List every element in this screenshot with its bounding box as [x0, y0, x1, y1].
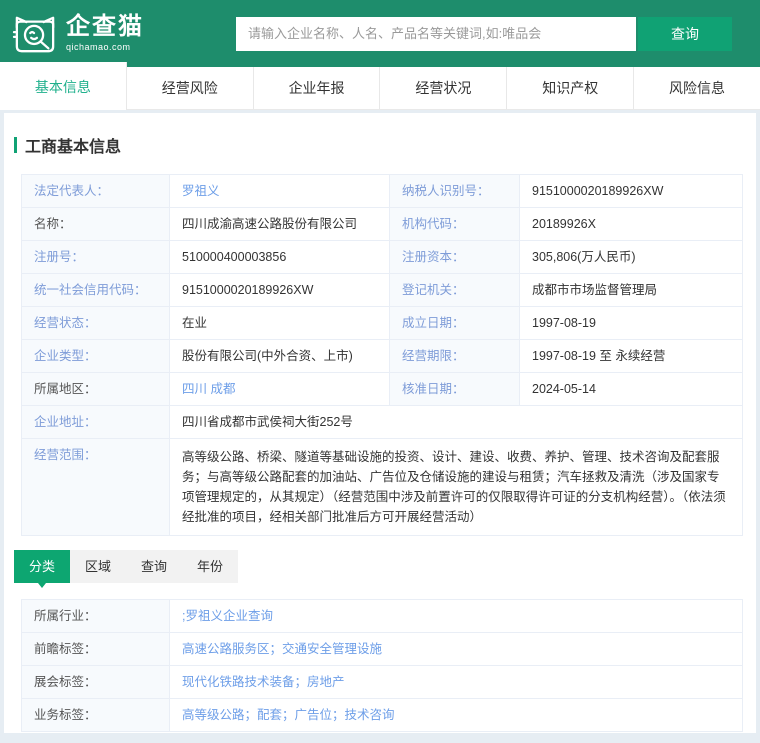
table-row: 企业地址： 四川省成都市武侯祠大街252号: [22, 406, 742, 439]
legal-representative-link[interactable]: 罗祖义: [182, 184, 220, 198]
established-date-label: 成立日期：: [390, 307, 520, 339]
established-date-value: 1997-08-19: [520, 307, 742, 339]
logo-title: 企查猫: [66, 15, 144, 39]
table-row: 经营状态： 在业 成立日期： 1997-08-19: [22, 307, 742, 340]
credit-code-value: 9151000020189926XW: [170, 274, 390, 306]
table-row: 前瞻标签： 高速公路服务区；交通安全管理设施: [22, 633, 742, 666]
company-type-value: 股份有限公司(中外合资、上市): [170, 340, 390, 372]
business-term-value: 1997-08-19 至 永续经营: [520, 340, 742, 372]
table-row: 业务标签： 高等级公路；配套；广告位；技术咨询: [22, 699, 742, 731]
business-term-label: 经营期限：: [390, 340, 520, 372]
table-row: 注册号： 510000400003856 注册资本： 305,806(万人民币): [22, 241, 742, 274]
tags-table: 所属行业： ;罗祖义企业查询 前瞻标签： 高速公路服务区；交通安全管理设施 展会…: [21, 599, 743, 732]
search-button[interactable]: 查询: [638, 17, 732, 51]
section-title: 工商基本信息: [14, 133, 739, 157]
business-info-card: 工商基本信息 法定代表人： 罗祖义 纳税人识别号： 91510000201899…: [4, 113, 756, 733]
main-nav: 基本信息 经营风险 企业年报 经营状况 知识产权 风险信息: [0, 67, 760, 110]
company-address-value: 四川省成都市武侯祠大街252号: [170, 406, 742, 438]
table-row: 经营范围： 高等级公路、桥梁、隧道等基础设施的投资、设计、建设、收费、养护、管理…: [22, 439, 742, 535]
tab-basic-info[interactable]: 基本信息: [0, 62, 127, 110]
registered-capital-value: 305,806(万人民币): [520, 241, 742, 273]
logo-domain: qichamao.com: [66, 43, 144, 52]
region-label: 所属地区：: [22, 373, 170, 405]
foresight-tags-label: 前瞻标签：: [22, 633, 170, 665]
exhibition-tags-link[interactable]: 现代化铁路技术装备；房地产: [182, 675, 345, 689]
company-type-label: 企业类型：: [22, 340, 170, 372]
tab-intellectual-property[interactable]: 知识产权: [507, 67, 634, 109]
taxpayer-id-value: 9151000020189926XW: [520, 175, 742, 207]
subtab-category[interactable]: 分类: [14, 550, 70, 583]
tab-operating-status[interactable]: 经营状况: [380, 67, 507, 109]
tab-operating-risk[interactable]: 经营风险: [127, 67, 254, 109]
search-bar: 查询: [236, 17, 732, 51]
cat-magnifier-icon: [12, 13, 58, 55]
registry-authority-value: 成都市市场监督管理局: [520, 274, 742, 306]
company-name-value: 四川成渝高速公路股份有限公司: [170, 208, 390, 240]
taxpayer-id-label: 纳税人识别号：: [390, 175, 520, 207]
header: 企查猫 qichamao.com 查询: [0, 0, 760, 67]
content-area: 工商基本信息 法定代表人： 罗祖义 纳税人识别号： 91510000201899…: [0, 110, 760, 743]
foresight-tags-link[interactable]: 高速公路服务区；交通安全管理设施: [182, 642, 382, 656]
industry-link[interactable]: ;罗祖义企业查询: [182, 609, 273, 623]
tab-risk-info[interactable]: 风险信息: [634, 67, 760, 109]
approval-date-value: 2024-05-14: [520, 373, 742, 405]
industry-label: 所属行业：: [22, 600, 170, 632]
exhibition-tags-label: 展会标签：: [22, 666, 170, 698]
qichamao-logo[interactable]: 企查猫 qichamao.com: [12, 13, 144, 55]
title-accent-bar: [14, 137, 17, 153]
table-row: 企业类型： 股份有限公司(中外合资、上市) 经营期限： 1997-08-19 至…: [22, 340, 742, 373]
business-scope-label: 经营范围：: [22, 439, 170, 535]
legal-representative-label: 法定代表人：: [22, 175, 170, 207]
table-row: 法定代表人： 罗祖义 纳税人识别号： 9151000020189926XW: [22, 175, 742, 208]
filter-tabs: 分类 区域 查询 年份: [14, 550, 739, 583]
business-status-label: 经营状态：: [22, 307, 170, 339]
subtab-query[interactable]: 查询: [126, 550, 182, 583]
business-status-value: 在业: [170, 307, 390, 339]
business-tags-link[interactable]: 高等级公路；配套；广告位；技术咨询: [182, 708, 395, 722]
business-scope-value: 高等级公路、桥梁、隧道等基础设施的投资、设计、建设、收费、养护、管理、技术咨询及…: [170, 439, 742, 535]
search-input[interactable]: [236, 17, 636, 51]
subtab-category-label: 分类: [29, 559, 55, 574]
logo-text: 企查猫 qichamao.com: [66, 15, 144, 52]
reg-number-value: 510000400003856: [170, 241, 390, 273]
approval-date-label: 核准日期：: [390, 373, 520, 405]
credit-code-label: 统一社会信用代码：: [22, 274, 170, 306]
table-row: 展会标签： 现代化铁路技术装备；房地产: [22, 666, 742, 699]
tab-annual-report[interactable]: 企业年报: [254, 67, 381, 109]
page-title: 工商基本信息: [25, 133, 121, 157]
reg-number-label: 注册号：: [22, 241, 170, 273]
company-address-label: 企业地址：: [22, 406, 170, 438]
region-link[interactable]: 四川 成都: [182, 382, 235, 396]
table-row: 所属行业： ;罗祖义企业查询: [22, 600, 742, 633]
subtab-region[interactable]: 区域: [70, 550, 126, 583]
org-code-label: 机构代码：: [390, 208, 520, 240]
registry-authority-label: 登记机关：: [390, 274, 520, 306]
active-subtab-caret-icon: [38, 583, 46, 588]
org-code-value: 20189926X: [520, 208, 742, 240]
company-name-label: 名称：: [22, 208, 170, 240]
subtab-year[interactable]: 年份: [182, 550, 238, 583]
registered-capital-label: 注册资本：: [390, 241, 520, 273]
business-info-table: 法定代表人： 罗祖义 纳税人识别号： 9151000020189926XW 名称…: [21, 174, 743, 536]
business-tags-label: 业务标签：: [22, 699, 170, 731]
table-row: 统一社会信用代码： 9151000020189926XW 登记机关： 成都市市场…: [22, 274, 742, 307]
table-row: 所属地区： 四川 成都 核准日期： 2024-05-14: [22, 373, 742, 406]
table-row: 名称： 四川成渝高速公路股份有限公司 机构代码： 20189926X: [22, 208, 742, 241]
